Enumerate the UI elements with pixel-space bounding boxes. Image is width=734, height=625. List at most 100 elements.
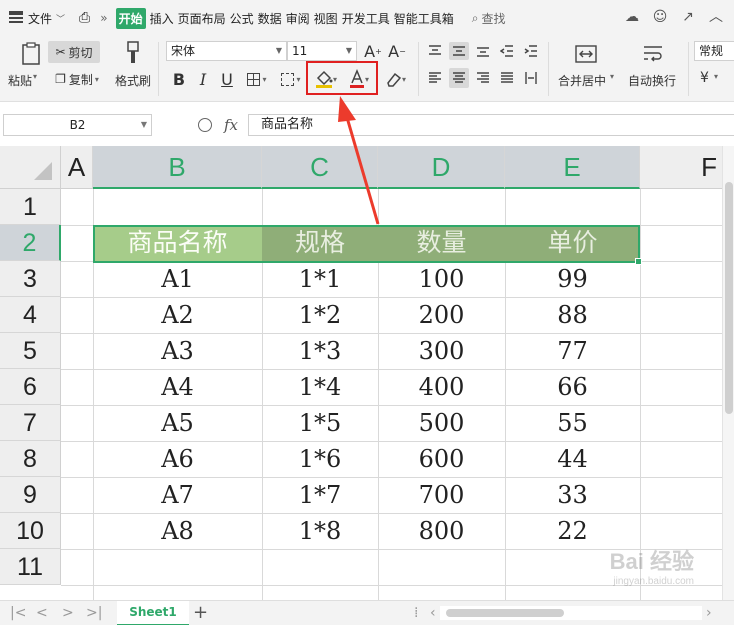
row-header-1[interactable]: 1 <box>0 189 61 225</box>
user-icon[interactable]: ☺ <box>652 9 668 25</box>
cell-c5[interactable]: 1*3 <box>262 333 378 369</box>
col-header-a[interactable]: A <box>61 146 93 189</box>
font-name-select[interactable]: 宋体 ▼ <box>166 41 287 61</box>
cell-c10[interactable]: 1*8 <box>262 513 378 549</box>
row-header-4[interactable]: 4 <box>0 297 61 333</box>
cell-b7[interactable]: A5 <box>93 405 262 441</box>
cell-d8[interactable]: 600 <box>378 441 505 477</box>
cell-c3[interactable]: 1*1 <box>262 261 378 297</box>
cell-c8[interactable]: 1*6 <box>262 441 378 477</box>
indent-decrease-icon[interactable] <box>498 42 516 60</box>
cell-c4[interactable]: 1*2 <box>262 297 378 333</box>
cut-button[interactable]: ✂ 剪切 <box>48 41 100 63</box>
cell-d10[interactable]: 800 <box>378 513 505 549</box>
horizontal-scrollbar[interactable] <box>440 606 702 620</box>
tab-page-layout[interactable]: 页面布局 <box>178 10 226 27</box>
col-header-d[interactable]: D <box>378 146 505 189</box>
row-header-11[interactable]: 11 <box>0 549 61 585</box>
row-header-6[interactable]: 6 <box>0 369 61 405</box>
save-icon[interactable]: ⎙ <box>79 10 90 26</box>
first-sheet-icon[interactable]: |< <box>10 605 26 621</box>
tab-home[interactable]: 开始 <box>115 7 146 29</box>
add-sheet-icon[interactable]: + <box>193 602 208 623</box>
wrap-icon[interactable] <box>640 42 666 66</box>
align-top-icon[interactable] <box>426 42 444 60</box>
name-box[interactable]: B2 ▼ <box>3 114 152 136</box>
scroll-left-icon[interactable]: ‹ <box>430 605 436 621</box>
tab-review[interactable]: 审阅 <box>286 10 310 27</box>
paste-button[interactable]: 粘贴 <box>8 72 32 89</box>
font-size-select[interactable]: 11 ▼ <box>287 41 357 61</box>
justify-icon[interactable] <box>498 68 516 88</box>
merge-center-button[interactable]: 合并居中 <box>558 72 606 89</box>
cell-d6[interactable]: 400 <box>378 369 505 405</box>
row-header-8[interactable]: 8 <box>0 441 61 477</box>
cell-e7[interactable]: 55 <box>505 405 640 441</box>
tab-formulas[interactable]: 公式 <box>230 10 254 27</box>
sheet-tab-sheet1[interactable]: Sheet1 <box>117 601 189 625</box>
zoom-icon[interactable] <box>198 118 212 132</box>
cell-c7[interactable]: 1*5 <box>262 405 378 441</box>
distributed-icon[interactable] <box>522 68 540 88</box>
tab-view[interactable]: 视图 <box>314 10 338 27</box>
currency-button[interactable]: ¥ <box>700 70 709 86</box>
cell-d9[interactable]: 700 <box>378 477 505 513</box>
number-format-select[interactable]: 常规 <box>694 41 734 61</box>
next-sheet-icon[interactable]: > <box>62 605 74 621</box>
tab-insert[interactable]: 插入 <box>150 10 174 27</box>
decrease-font-icon[interactable]: A − <box>388 41 406 61</box>
increase-font-icon[interactable]: A + <box>364 41 382 61</box>
cell-c9[interactable]: 1*7 <box>262 477 378 513</box>
formula-input[interactable]: 商品名称 <box>248 114 734 136</box>
paste-icon[interactable] <box>18 42 44 66</box>
wrap-text-button[interactable]: 自动换行 <box>628 72 676 89</box>
cell-b6[interactable]: A4 <box>93 369 262 405</box>
tab-developer[interactable]: 开发工具 <box>342 10 390 27</box>
align-bottom-icon[interactable] <box>474 42 492 60</box>
bold-button[interactable]: B <box>170 68 188 90</box>
cell-e4[interactable]: 88 <box>505 297 640 333</box>
cell-d4[interactable]: 200 <box>378 297 505 333</box>
tab-split-icon[interactable]: ⁞ <box>414 605 418 621</box>
file-menu[interactable]: 文件 ﹀ <box>8 10 65 27</box>
row-header-5[interactable]: 5 <box>0 333 61 369</box>
cloud-icon[interactable]: ☁ <box>624 9 640 25</box>
cell-e9[interactable]: 33 <box>505 477 640 513</box>
tab-smart-toolbox[interactable]: 智能工具箱 <box>394 10 454 27</box>
cell-d3[interactable]: 100 <box>378 261 505 297</box>
row-header-9[interactable]: 9 <box>0 477 61 513</box>
cell-e5[interactable]: 77 <box>505 333 640 369</box>
search-box[interactable]: ⌕ 查找 <box>472 10 506 27</box>
row-header-2[interactable]: 2 <box>0 225 61 261</box>
cell-b4[interactable]: A2 <box>93 297 262 333</box>
collapse-icon[interactable]: ︿ <box>708 9 724 25</box>
row-header-3[interactable]: 3 <box>0 261 61 297</box>
cell-e3[interactable]: 99 <box>505 261 640 297</box>
border-button[interactable]: ▾ <box>244 68 270 90</box>
scroll-right-icon[interactable]: › <box>706 605 712 621</box>
cell-b5[interactable]: A3 <box>93 333 262 369</box>
cell-e8[interactable]: 44 <box>505 441 640 477</box>
last-sheet-icon[interactable]: >| <box>86 605 102 621</box>
brush-icon[interactable] <box>122 40 144 66</box>
tab-data[interactable]: 数据 <box>258 10 282 27</box>
col-header-e[interactable]: E <box>505 146 640 189</box>
format-painter-button[interactable]: 格式刷 <box>115 72 151 89</box>
cell-b9[interactable]: A7 <box>93 477 262 513</box>
align-middle-icon[interactable] <box>449 42 469 60</box>
cell-d7[interactable]: 500 <box>378 405 505 441</box>
row-header-10[interactable]: 10 <box>0 513 61 549</box>
col-header-b[interactable]: B <box>93 146 262 189</box>
align-right-icon[interactable] <box>474 68 492 88</box>
italic-button[interactable]: I <box>194 68 212 90</box>
cell-d5[interactable]: 300 <box>378 333 505 369</box>
cell-b3[interactable]: A1 <box>93 261 262 297</box>
select-all-corner[interactable] <box>0 146 61 189</box>
cell-b8[interactable]: A6 <box>93 441 262 477</box>
align-center-icon[interactable] <box>449 68 469 88</box>
merge-icon[interactable] <box>573 42 599 66</box>
cell-b10[interactable]: A8 <box>93 513 262 549</box>
underline-button[interactable]: U <box>218 68 236 90</box>
prev-sheet-icon[interactable]: < <box>36 605 48 621</box>
align-left-icon[interactable] <box>426 68 444 88</box>
